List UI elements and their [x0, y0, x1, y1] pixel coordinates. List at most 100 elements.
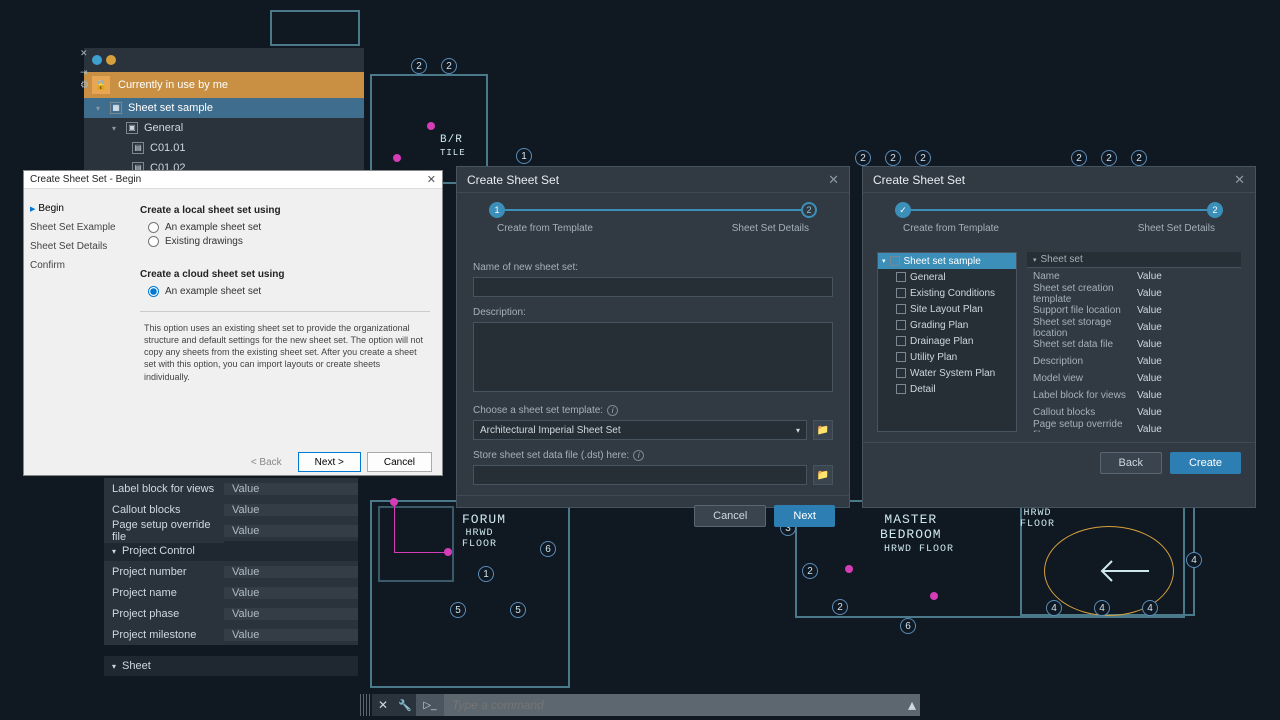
close-icon[interactable]: ✕ [1234, 172, 1245, 188]
dialog3-title: Create Sheet Set [873, 173, 965, 187]
step2-label: Sheet Set Details [732, 223, 809, 234]
tree-item[interactable]: Site Layout Plan [878, 301, 1016, 317]
sheet-icon: ▤ [132, 142, 144, 154]
tree-item[interactable]: Existing Conditions [878, 285, 1016, 301]
tree-general[interactable]: ▾▣ General [84, 118, 364, 138]
sheet-properties: ▾Sheet set NameValueSheet set creation t… [1027, 252, 1241, 432]
create-sheet-set-begin-dialog: Create Sheet Set - Begin ✕ Begin Sheet S… [23, 170, 443, 476]
prop-page-setup: Page setup override file [104, 519, 224, 543]
tree-item[interactable]: General [878, 269, 1016, 285]
step2-label: Sheet Set Details [1138, 223, 1215, 234]
nav-example[interactable]: Sheet Set Example [30, 218, 122, 237]
prop-project-milestone: Project milestone [104, 629, 224, 641]
panel-pin-icon[interactable]: ⇥ [80, 67, 92, 78]
create-sheet-set-step1-dialog: Create Sheet Set ✕ 1 2 Create from Templ… [456, 166, 850, 508]
create-button[interactable]: Create [1170, 452, 1241, 474]
folder-icon: ▣ [126, 122, 138, 134]
wizard-nav: Begin Sheet Set Example Sheet Set Detail… [24, 189, 128, 449]
radio-example-cloud[interactable]: An example sheet set [148, 286, 430, 297]
local-heading: Create a local sheet set using [140, 205, 430, 216]
folder-icon [896, 304, 906, 314]
sheet-category-header[interactable]: ▾Sheet [104, 656, 358, 676]
folder-icon [896, 288, 906, 298]
description-input[interactable] [473, 322, 833, 392]
step-2-indicator: 2 [801, 202, 817, 218]
tree-root[interactable]: ▾Sheet set sample [878, 253, 1016, 269]
info-icon[interactable]: i [633, 450, 644, 461]
info-icon[interactable]: i [607, 405, 618, 416]
project-control-header[interactable]: ▾Project Control [104, 541, 358, 561]
folder-icon [896, 368, 906, 378]
template-select[interactable]: Architectural Imperial Sheet Set▾ [473, 420, 807, 440]
radio-existing[interactable]: Existing drawings [148, 236, 430, 247]
props-header[interactable]: ▾Sheet set [1027, 252, 1241, 268]
step1-label: Create from Template [497, 223, 593, 234]
tree-root[interactable]: ▾▦ Sheet set sample [84, 98, 364, 118]
nav-details[interactable]: Sheet Set Details [30, 237, 122, 256]
dialog2-title: Create Sheet Set [467, 173, 559, 187]
next-button[interactable]: Next [774, 505, 835, 527]
sheet-tree[interactable]: ▾Sheet set sample GeneralExisting Condit… [877, 252, 1017, 432]
property-row[interactable]: Sheet set creation templateValue [1027, 285, 1241, 302]
step-1-indicator: ✓ [895, 202, 911, 218]
tree-item[interactable]: Drainage Plan [878, 333, 1016, 349]
property-row[interactable]: Model viewValue [1027, 370, 1241, 387]
property-row[interactable]: Label block for viewsValue [1027, 387, 1241, 404]
panel-logo-bar [84, 48, 364, 72]
cancel-button[interactable]: Cancel [367, 452, 432, 472]
folder-icon [896, 320, 906, 330]
browse-store-button[interactable]: 📁 [813, 465, 833, 485]
radio-example-local[interactable]: An example sheet set [148, 222, 430, 233]
step-2-indicator: 2 [1207, 202, 1223, 218]
tree-sheet-c0101[interactable]: ▤ C01.01 [84, 138, 364, 158]
property-row[interactable]: Sheet set storage locationValue [1027, 319, 1241, 336]
next-button[interactable]: Next > [298, 452, 361, 472]
prop-callout: Callout blocks [104, 504, 224, 516]
store-path-input[interactable] [473, 465, 807, 485]
cancel-button[interactable]: Cancel [694, 505, 766, 527]
cloud-heading: Create a cloud sheet set using [140, 269, 430, 280]
dialog1-title: Create Sheet Set - Begin [30, 174, 141, 185]
command-input[interactable] [444, 694, 904, 716]
sheet-set-tree[interactable]: ▾▦ Sheet set sample ▾▣ General ▤ C01.01 … [84, 98, 364, 178]
panel-close-icon[interactable]: ✕ [80, 48, 92, 59]
folder-icon [896, 384, 906, 394]
drag-handle-icon[interactable] [360, 694, 372, 716]
folder-icon [896, 336, 906, 346]
step1-label: Create from Template [903, 223, 999, 234]
step-1-indicator: 1 [489, 202, 505, 218]
tree-item[interactable]: Utility Plan [878, 349, 1016, 365]
gear-icon[interactable]: ⚙ [80, 80, 89, 91]
tree-item[interactable]: Detail [878, 381, 1016, 397]
in-use-label: Currently in use by me [118, 79, 228, 91]
lock-icon: 🔒 [92, 76, 110, 94]
prop-project-phase: Project phase [104, 608, 224, 620]
close-icon[interactable]: ✕ [828, 172, 839, 188]
prop-label-block: Label block for views [104, 483, 224, 495]
property-row[interactable]: DescriptionValue [1027, 353, 1241, 370]
nav-begin[interactable]: Begin [30, 199, 122, 218]
name-input[interactable] [473, 277, 833, 297]
wrench-icon[interactable]: 🔧 [394, 694, 416, 716]
close-icon[interactable]: ✕ [427, 173, 436, 186]
browse-template-button[interactable]: 📁 [813, 420, 833, 440]
prop-project-number: Project number [104, 566, 224, 578]
nav-confirm[interactable]: Confirm [30, 256, 122, 275]
folder-icon [896, 272, 906, 282]
description-label: Description: [473, 307, 833, 318]
property-row[interactable]: Sheet set data fileValue [1027, 336, 1241, 353]
sheetset-icon [890, 256, 900, 266]
property-row[interactable]: Page setup override fileValue [1027, 421, 1241, 432]
back-button[interactable]: < Back [241, 452, 292, 472]
tree-item[interactable]: Water System Plan [878, 365, 1016, 381]
close-icon[interactable]: ✕ [372, 694, 394, 716]
template-label: Choose a sheet set template:i [473, 405, 833, 416]
tree-item[interactable]: Grading Plan [878, 317, 1016, 333]
folder-icon [896, 352, 906, 362]
chevron-up-icon[interactable]: ▴ [904, 694, 920, 716]
help-text: This option uses an existing sheet set t… [140, 322, 430, 383]
back-button[interactable]: Back [1100, 452, 1162, 474]
create-sheet-set-step2-dialog: Create Sheet Set ✕ ✓ 2 Create from Templ… [862, 166, 1256, 508]
sheet-set-manager-panel: ✕ ⇥ ⚙ 🔒 Currently in use by me ▾▦ Sheet … [84, 48, 364, 178]
properties-panel: Label block for viewsValue Callout block… [104, 478, 358, 645]
